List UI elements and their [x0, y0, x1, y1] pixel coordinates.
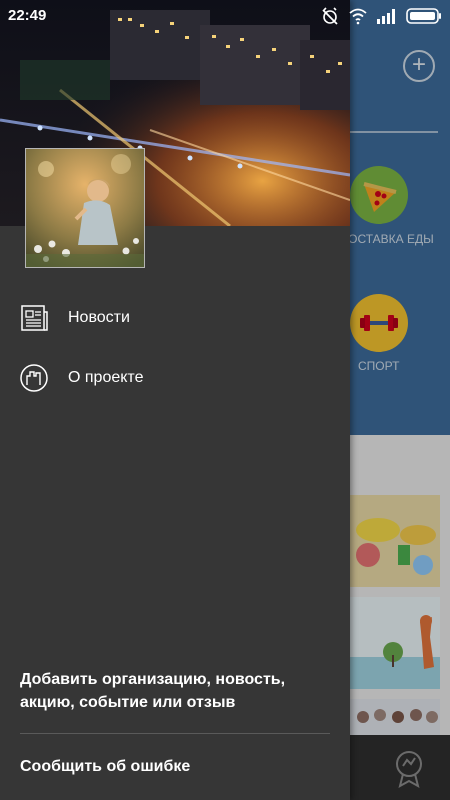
menu-item-label: Новости [68, 309, 130, 326]
menu-item-label: О проекте [68, 369, 144, 386]
add-organization-link[interactable]: Добавить организацию, новость, акцию, со… [20, 668, 330, 714]
menu-item-news[interactable]: Новости [0, 292, 350, 344]
battery-icon [406, 8, 442, 29]
drawer-divider [20, 733, 330, 734]
city-icon [18, 362, 50, 394]
user-avatar[interactable] [25, 148, 145, 268]
status-icons [320, 6, 442, 31]
signal-icon [376, 8, 398, 29]
drawer-scrim[interactable] [350, 0, 450, 800]
wifi-icon [348, 7, 368, 30]
report-error-link[interactable]: Сообщить об ошибке [20, 758, 190, 776]
status-time: 22:49 [8, 7, 47, 24]
newspaper-icon [18, 302, 50, 334]
menu-item-about[interactable]: О проекте [0, 352, 350, 404]
navigation-drawer: Новости О проекте Добавить организацию, … [0, 0, 350, 800]
status-bar: 22:49 [0, 0, 450, 32]
alarm-off-icon [320, 6, 340, 31]
